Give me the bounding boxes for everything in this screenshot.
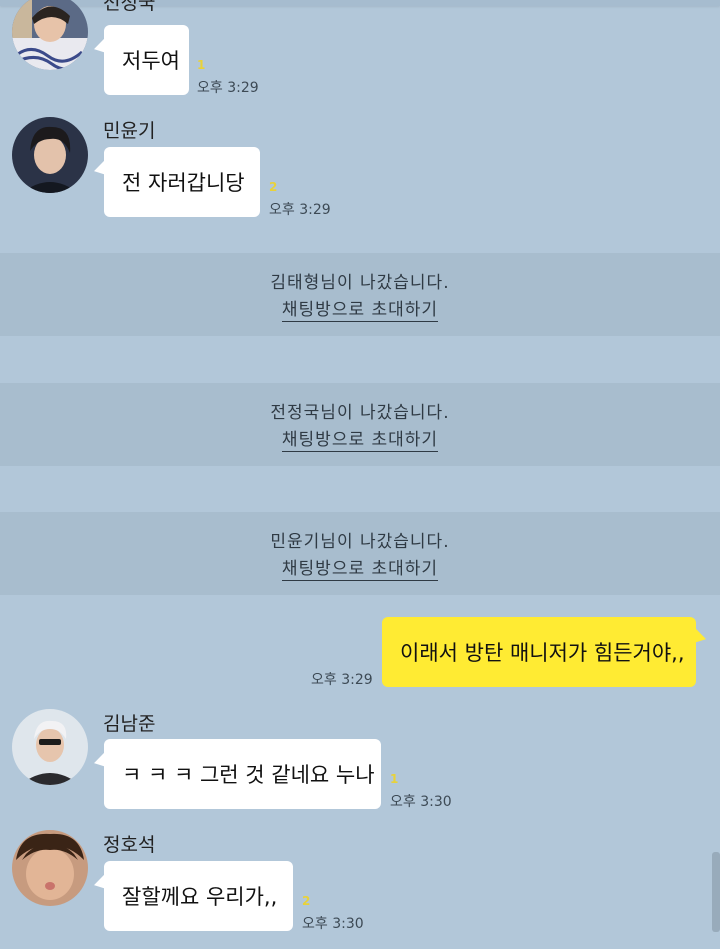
sender-name: 정호석 — [103, 834, 156, 856]
message-time: 오후 3:30 — [390, 794, 452, 810]
message-text: 이래서 방탄 매니저가 힘든거야,, — [400, 641, 685, 665]
message-time: 오후 3:29 — [197, 80, 259, 96]
message-time: 오후 3:29 — [269, 202, 331, 218]
scrollbar[interactable] — [712, 852, 720, 932]
avatar-yoongi[interactable] — [12, 117, 88, 193]
system-notice: 전정국님이 나갔습니다. 채팅방으로 초대하기 — [0, 383, 720, 466]
invite-link[interactable]: 채팅방으로 초대하기 — [281, 559, 439, 581]
system-notice: 민윤기님이 나갔습니다. 채팅방으로 초대하기 — [0, 512, 720, 595]
message-bubble[interactable]: 저두여 — [104, 25, 189, 95]
avatar-jungkook[interactable] — [12, 0, 88, 70]
system-notice: 김태형님이 나갔습니다. 채팅방으로 초대하기 — [0, 253, 720, 336]
unread-count: 1 — [390, 772, 399, 786]
message-text: 전 자러갑니당 — [122, 171, 245, 195]
notice-text: 민윤기님이 나갔습니다. — [270, 532, 450, 552]
message-bubble[interactable]: ㅋ ㅋ ㅋ 그런 것 같네요 누나 — [104, 739, 381, 809]
message-text: 잘할께요 우리가,, — [122, 885, 278, 909]
sender-name: 김남준 — [103, 713, 156, 735]
message-text: 저두여 — [122, 49, 180, 73]
sender-name: 전정국 — [103, 0, 156, 14]
avatar-hoseok[interactable] — [12, 830, 88, 906]
avatar-namjoon[interactable] — [12, 709, 88, 785]
notice-text: 김태형님이 나갔습니다. — [270, 273, 450, 293]
message-bubble[interactable]: 잘할께요 우리가,, — [104, 861, 293, 931]
invite-link[interactable]: 채팅방으로 초대하기 — [281, 430, 439, 452]
unread-count: 1 — [197, 58, 206, 72]
notice-text: 전정국님이 나갔습니다. — [270, 403, 450, 423]
invite-link[interactable]: 채팅방으로 초대하기 — [281, 300, 439, 322]
chat-room[interactable]: 전정국 저두여 1 오후 3:29 민윤기 전 자러갑니당 2 오후 3:29 … — [0, 0, 720, 949]
sender-name: 민윤기 — [103, 120, 156, 142]
unread-count: 2 — [269, 180, 278, 194]
message-text: ㅋ ㅋ ㅋ 그런 것 같네요 누나 — [122, 763, 375, 787]
my-message-bubble[interactable]: 이래서 방탄 매니저가 힘든거야,, — [382, 617, 696, 687]
message-bubble[interactable]: 전 자러갑니당 — [104, 147, 260, 217]
message-time: 오후 3:29 — [311, 672, 373, 688]
unread-count: 2 — [302, 894, 311, 908]
message-time: 오후 3:30 — [302, 916, 364, 932]
